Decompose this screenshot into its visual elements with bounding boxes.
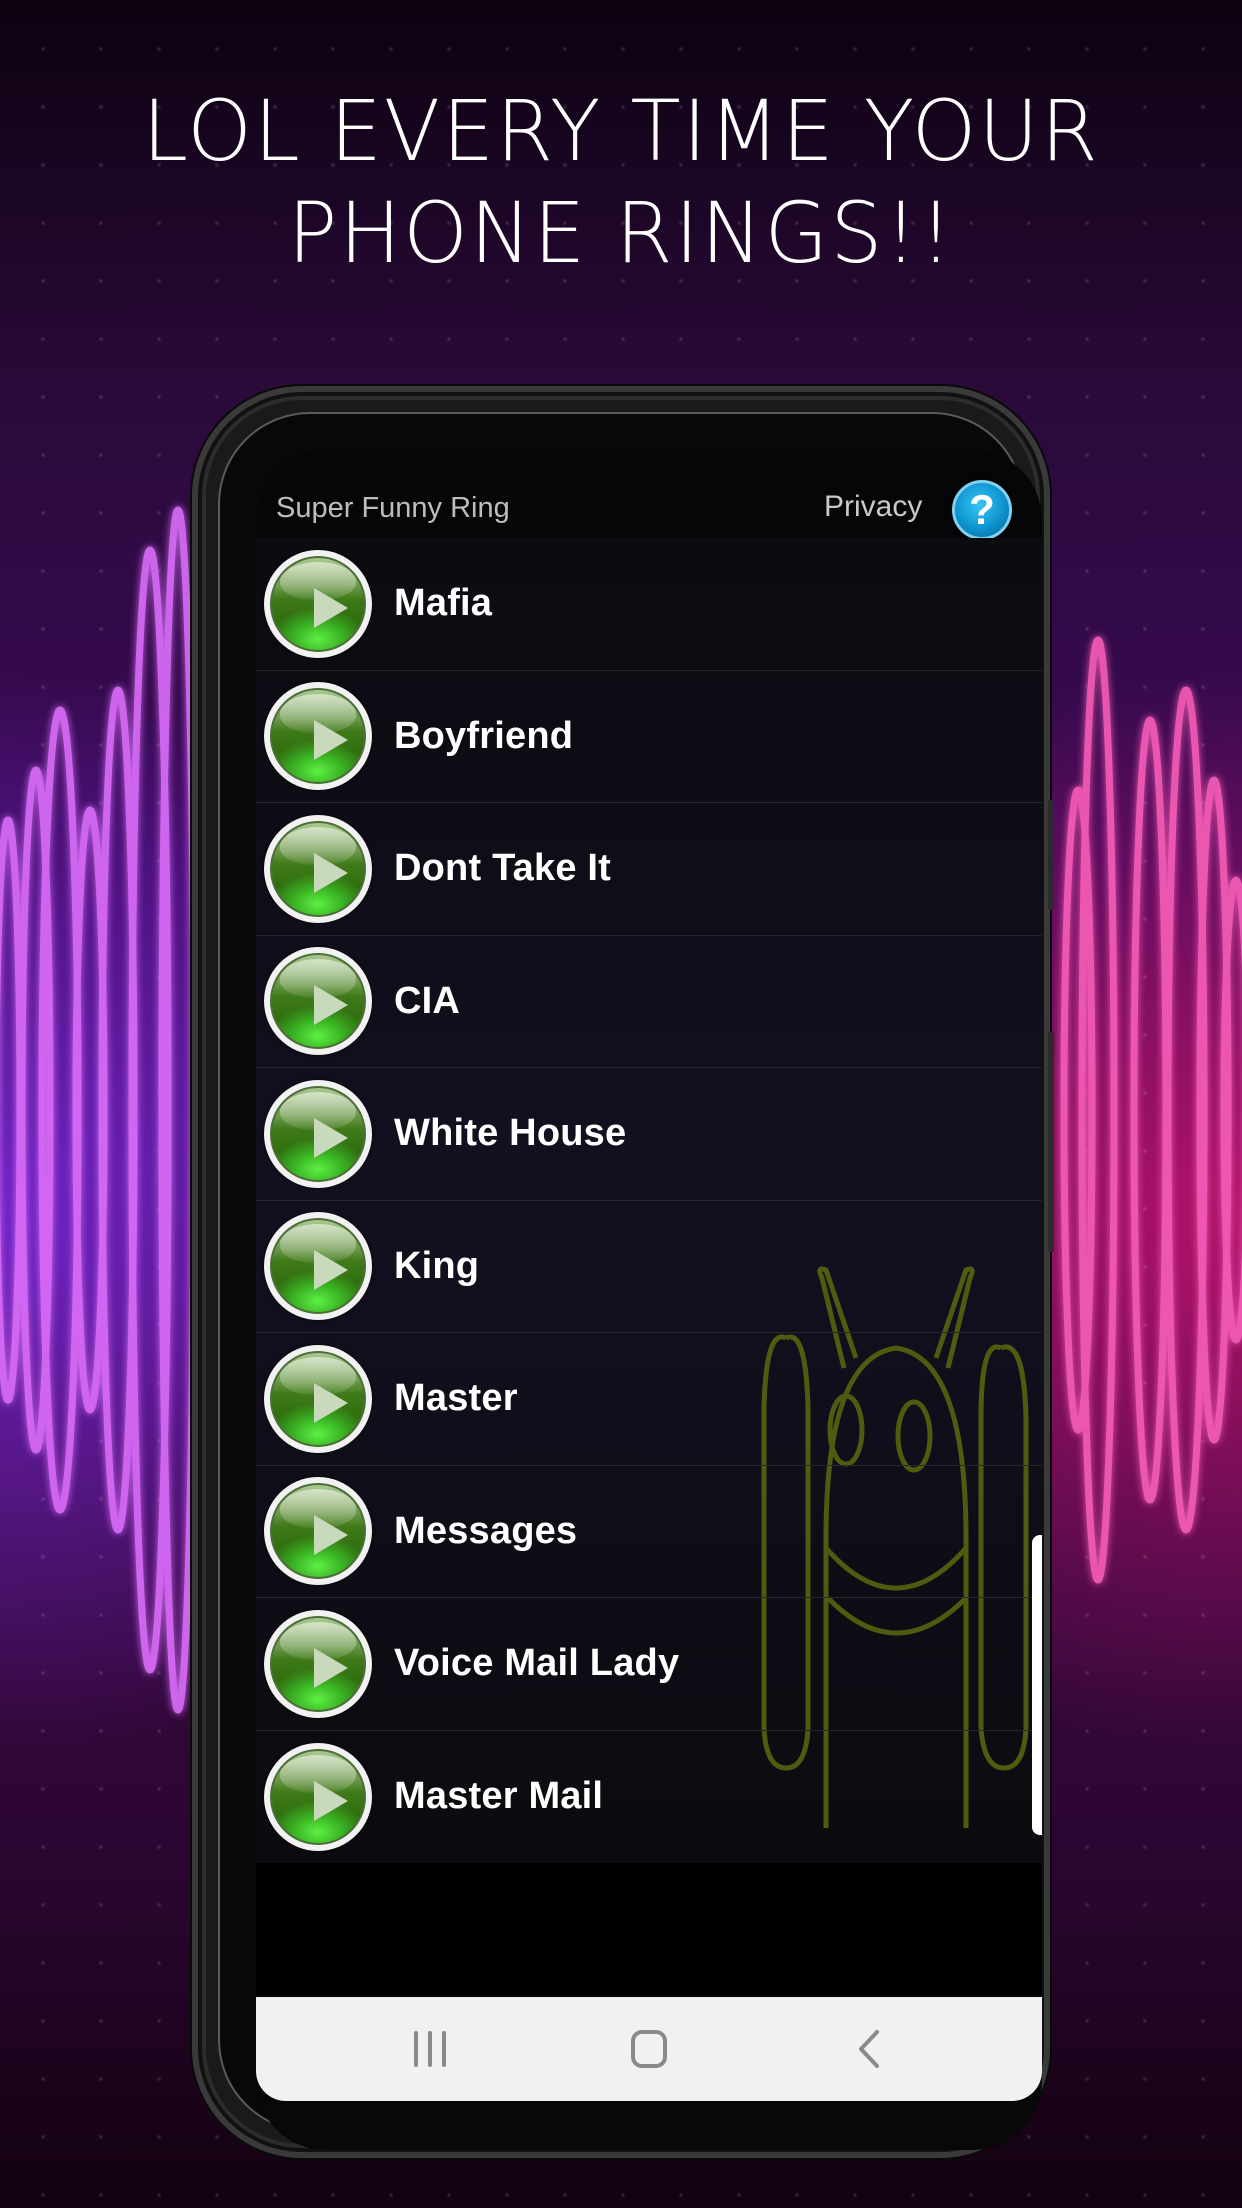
play-icon [314,587,348,628]
phone-side-button-lower [1048,1032,1054,1252]
list-scrollbar[interactable] [1032,1535,1042,1835]
play-button[interactable] [264,814,372,923]
play-icon [314,1117,348,1158]
ringtone-list: Mafia Boyfriend Dont Take It CIA White H [256,538,1042,1863]
play-icon [314,1250,348,1291]
phone-side-button-upper [1048,800,1054,910]
ad-banner-area [256,1863,1042,1995]
play-button[interactable] [264,1079,372,1188]
play-button[interactable] [264,549,372,658]
ringtone-name: Voice Mail Lady [394,1642,680,1685]
app-screen: Super Funny Ring Privacy ? Mafia Boyfrie… [256,450,1042,2150]
ringtone-name: Messages [394,1509,578,1552]
headline-line-2: PHONE RINGS!! [287,184,955,282]
play-button[interactable] [264,1609,372,1718]
ringtone-item-boyfriend[interactable]: Boyfriend [256,671,1042,803]
screen-bottom-bezel [256,2101,1042,2150]
privacy-link[interactable]: Privacy [824,490,922,524]
play-icon [314,720,348,761]
app-header: Super Funny Ring Privacy ? [256,450,1042,540]
play-button[interactable] [264,1212,372,1321]
back-button[interactable] [809,1997,929,2101]
play-button[interactable] [264,1477,372,1586]
play-icon [314,1780,348,1821]
ringtone-name: CIA [394,979,461,1022]
phone-bezel: Super Funny Ring Privacy ? Mafia Boyfrie… [218,412,1042,2150]
ringtone-name: Master [394,1377,518,1420]
recent-apps-icon [414,2031,446,2067]
play-button[interactable] [264,1344,372,1453]
play-button[interactable] [264,682,372,791]
play-icon [314,1515,348,1556]
recent-apps-button[interactable] [370,1997,490,2101]
play-icon [314,1382,348,1423]
ringtone-name: Master Mail [394,1775,604,1818]
app-title: Super Funny Ring [276,492,510,524]
play-button[interactable] [264,947,372,1056]
play-icon [314,852,348,893]
question-mark-icon: ? [969,486,995,533]
ringtone-name: Mafia [394,582,493,625]
ringtone-item-king[interactable]: King [256,1201,1042,1333]
phone-mockup: Super Funny Ring Privacy ? Mafia Boyfrie… [192,386,1054,2158]
ringtone-item-voice-mail-lady[interactable]: Voice Mail Lady [256,1598,1042,1731]
home-button[interactable] [589,1997,709,2101]
headline-line-1: LOL EVERY TIME YOUR [142,82,1100,180]
play-icon [314,1647,348,1688]
ringtone-item-white-house[interactable]: White House [256,1068,1042,1201]
home-icon [631,2030,667,2068]
ringtone-item-master[interactable]: Master [256,1333,1042,1466]
back-chevron-icon [859,2030,879,2068]
ringtone-item-mafia[interactable]: Mafia [256,538,1042,671]
play-icon [314,985,348,1026]
ringtone-item-master-mail[interactable]: Master Mail [256,1731,1042,1864]
ringtone-item-messages[interactable]: Messages [256,1466,1042,1598]
ringtone-name: Boyfriend [394,714,574,757]
ringtone-name: King [394,1244,480,1287]
play-button[interactable] [264,1742,372,1851]
ringtone-item-cia[interactable]: CIA [256,936,1042,1068]
ringtone-name: Dont Take It [394,847,612,890]
ringtone-item-dont-take-it[interactable]: Dont Take It [256,803,1042,936]
ringtone-name: White House [394,1112,627,1155]
help-button[interactable]: ? [952,480,1012,540]
system-navigation-bar [256,1997,1042,2101]
promo-headline: LOL EVERY TIME YOUR PHONE RINGS!! [12,80,1229,284]
